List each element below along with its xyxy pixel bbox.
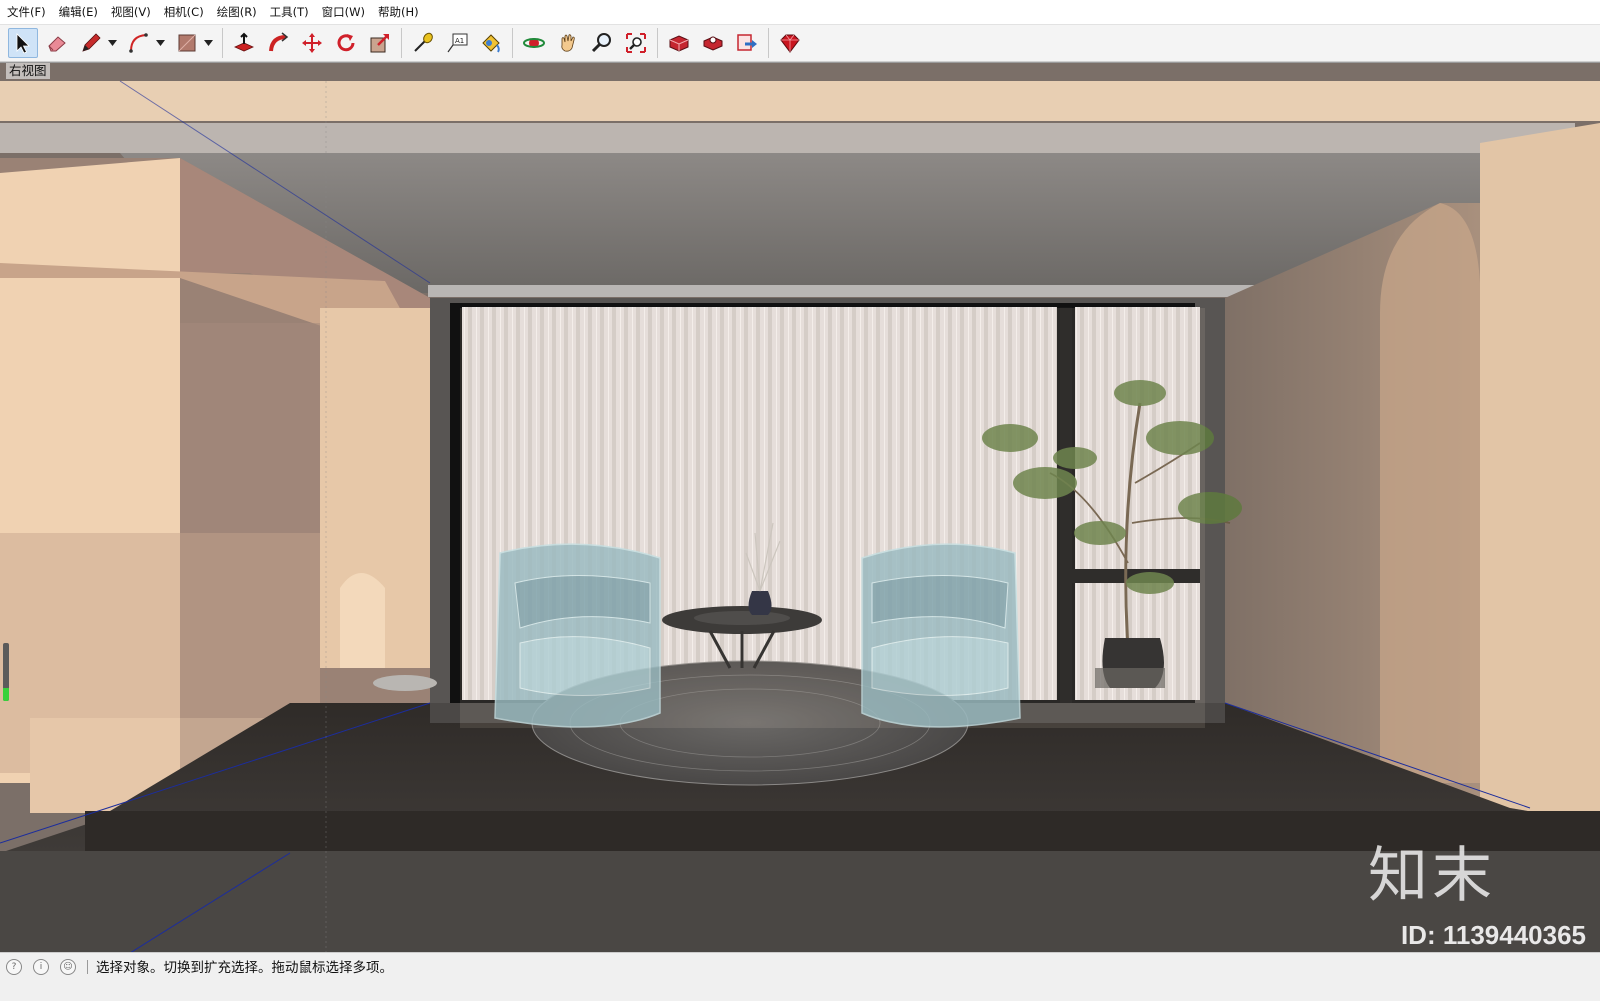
toolbar-separator — [768, 28, 769, 58]
model-viewport[interactable]: 右视图 知末 ID: 1139440365 — [0, 62, 1600, 952]
rotate-tool-button[interactable] — [331, 28, 361, 58]
watermark-brand: 知末 — [1368, 841, 1496, 911]
move-tool-button[interactable] — [297, 28, 327, 58]
extension-warehouse-button[interactable] — [698, 28, 728, 58]
rectangle-tool-button[interactable] — [172, 28, 202, 58]
toolbar-separator — [401, 28, 402, 58]
orbit-icon — [523, 38, 545, 48]
chevron-down-icon — [155, 40, 165, 46]
extension-warehouse-icon — [703, 36, 723, 51]
send-to-layout-button[interactable] — [732, 28, 762, 58]
pencil-tool-button[interactable] — [76, 28, 106, 58]
zoom-extents-tool-button[interactable] — [621, 28, 651, 58]
pan-icon — [561, 34, 575, 52]
ruby-console-button[interactable] — [775, 28, 805, 58]
pan-tool-button[interactable] — [553, 28, 583, 58]
view-name-label: 右视图 — [6, 63, 50, 79]
status-separator — [87, 960, 88, 974]
scale-icon — [370, 34, 389, 53]
3d-warehouse-icon — [669, 35, 689, 52]
3d-warehouse-button[interactable] — [664, 28, 694, 58]
credits-icon[interactable]: i — [33, 959, 49, 975]
rectangle-icon — [178, 34, 196, 52]
menu-help[interactable]: 帮助(H) — [377, 0, 426, 24]
zoom-tool-button[interactable] — [587, 28, 617, 58]
menu-view[interactable]: 视图(V) — [110, 0, 158, 24]
pencil-icon — [82, 33, 101, 52]
push-pull-tool-button[interactable] — [229, 28, 259, 58]
menu-file[interactable]: 文件(F) — [6, 0, 53, 24]
rotate-icon — [337, 34, 355, 52]
move-icon — [302, 33, 322, 53]
follow-me-tool-button[interactable] — [263, 28, 293, 58]
pencil-dropdown[interactable] — [106, 28, 118, 58]
watermark-id: ID: 1139440365 — [1400, 920, 1586, 950]
zoom-extents-icon — [626, 33, 646, 53]
user-account-icon[interactable]: ☺ — [60, 959, 76, 975]
status-message: 选择对象。切换到扩充选择。拖动鼠标选择多项。 — [96, 960, 393, 976]
select-icon — [16, 33, 30, 54]
orbit-tool-button[interactable] — [519, 28, 549, 58]
arc-dropdown[interactable] — [154, 28, 166, 58]
tape-measure-icon — [414, 32, 433, 52]
arc-icon — [129, 33, 148, 53]
rectangle-dropdown[interactable] — [202, 28, 214, 58]
tape-measure-tool-button[interactable] — [408, 28, 438, 58]
eraser-icon — [48, 36, 66, 52]
menu-tools[interactable]: 工具(T) — [269, 0, 316, 24]
eraser-tool-button[interactable] — [42, 28, 72, 58]
menu-draw[interactable]: 绘图(R) — [216, 0, 264, 24]
chevron-down-icon — [107, 40, 117, 46]
menu-camera[interactable]: 相机(C) — [163, 0, 211, 24]
toolbar-separator — [512, 28, 513, 58]
status-bar: ? i ☺ 选择对象。切换到扩充选择。拖动鼠标选择多项。 — [0, 952, 1600, 1001]
paint-bucket-icon — [482, 34, 500, 53]
select-tool-button[interactable] — [8, 28, 38, 58]
text-tool-button[interactable]: A1 — [442, 28, 472, 58]
arc-tool-button[interactable] — [124, 28, 154, 58]
svg-text:A1: A1 — [455, 37, 464, 45]
menu-edit[interactable]: 编辑(E) — [58, 0, 105, 24]
follow-me-icon — [269, 32, 289, 52]
scene-render — [0, 63, 1600, 952]
zoom-icon — [591, 33, 611, 53]
scene-progress-gauge — [3, 643, 9, 701]
scale-tool-button[interactable] — [365, 28, 395, 58]
toolbar-separator — [222, 28, 223, 58]
paint-bucket-tool-button[interactable] — [476, 28, 506, 58]
toolbar: A1 — [0, 24, 1600, 62]
text-icon: A1 — [447, 33, 468, 53]
ruby-console-icon — [780, 34, 800, 53]
chevron-down-icon — [203, 40, 213, 46]
menu-bar: 文件(F) 编辑(E) 视图(V) 相机(C) 绘图(R) 工具(T) 窗口(W… — [0, 0, 1600, 24]
geolocation-icon[interactable]: ? — [6, 959, 22, 975]
push-pull-icon — [234, 32, 254, 52]
layout-send-icon — [737, 34, 757, 51]
toolbar-separator — [657, 28, 658, 58]
menu-window[interactable]: 窗口(W) — [321, 0, 372, 24]
